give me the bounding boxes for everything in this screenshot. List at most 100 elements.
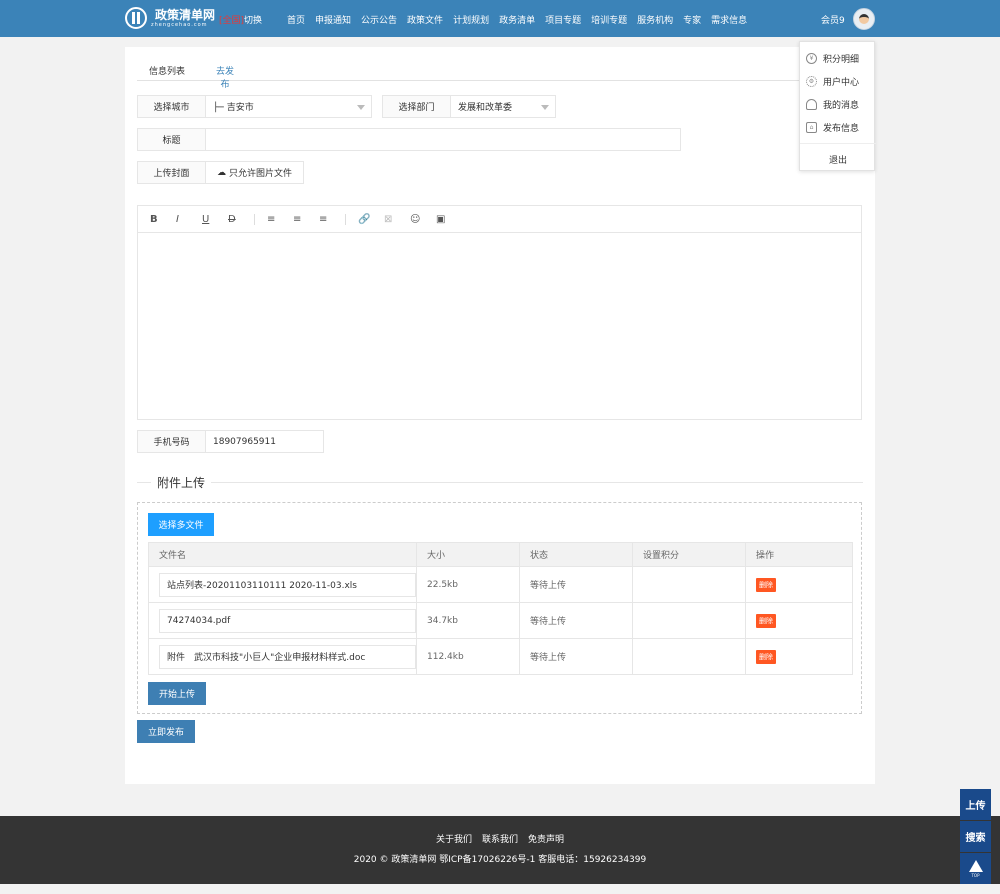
nav-item-demand[interactable]: 需求信息: [711, 13, 747, 26]
brand-name: 政策清单网: [155, 7, 216, 22]
unlink-icon[interactable]: ⊠: [384, 214, 410, 225]
region-tag: [全国]: [219, 16, 245, 26]
filename-input[interactable]: 74274034.pdf: [159, 608, 416, 633]
select-files-button[interactable]: 选择多文件: [148, 513, 214, 536]
delete-button[interactable]: 删除: [756, 613, 776, 628]
align-left-icon[interactable]: ≡: [267, 214, 293, 225]
filename-input[interactable]: 附件 武汉市科技"小巨人"企业申报材料样式.doc: [159, 644, 416, 669]
footer-link-about[interactable]: 关于我们: [436, 832, 472, 845]
table-row: 74274034.pdf 34.7kb 等待上传 删除: [148, 602, 853, 639]
delete-button[interactable]: 删除: [756, 649, 776, 664]
tab-info-list[interactable]: 信息列表: [149, 64, 185, 77]
user-avatar[interactable]: [853, 8, 875, 30]
dropdown-item-user-center[interactable]: ⚙ 用户中心: [806, 75, 859, 88]
tab-bar: 信息列表 去发布: [137, 61, 863, 97]
brand-subtitle: zhengcehao.com: [151, 21, 208, 28]
align-right-icon[interactable]: ≡: [319, 214, 345, 225]
toolbar-divider: [254, 213, 255, 225]
start-upload-button[interactable]: 开始上传: [148, 682, 206, 705]
nav-item-notice[interactable]: 申报通知: [315, 13, 351, 26]
file-status: 等待上传: [519, 602, 633, 639]
side-upload-button[interactable]: 上传: [960, 789, 991, 820]
publish-button[interactable]: 立即发布: [137, 720, 195, 743]
yen-icon: ¥: [806, 53, 817, 64]
footer-link-disclaimer[interactable]: 免责声明: [528, 832, 564, 845]
chevron-down-icon: [357, 105, 365, 110]
cover-label: 上传封面: [137, 161, 206, 184]
title-input[interactable]: [205, 128, 681, 151]
top-navbar: 政策清单网 zhengcehao.com [全国]切换 首页 申报通知 公示公告…: [0, 0, 1000, 37]
column-header-size: 大小: [416, 542, 520, 567]
editor-content-area[interactable]: [138, 233, 861, 419]
footer-copyright: 2020 © 政策清单网 鄂ICP备17026226号-1 客服电话：15926…: [353, 855, 647, 865]
member-name[interactable]: 会员9: [821, 13, 845, 26]
footer-link-contact[interactable]: 联系我们: [482, 832, 518, 845]
bold-icon[interactable]: B: [150, 214, 176, 225]
column-header-status: 状态: [519, 542, 633, 567]
file-points[interactable]: [632, 602, 746, 639]
strikethrough-icon[interactable]: D: [228, 214, 254, 225]
filename-input[interactable]: 站点列表-20201103110111 2020-11-03.xls: [159, 572, 416, 597]
cloud-upload-icon: ☁: [216, 167, 226, 178]
rich-text-editor: B I U D ≡ ≡ ≡ 🔗 ⊠ ☺ ▣: [137, 205, 862, 420]
toolbar-divider: [345, 213, 346, 225]
gear-icon: ⚙: [806, 76, 817, 87]
top-label: TOP: [971, 872, 980, 878]
logout-button[interactable]: 退出: [800, 153, 876, 166]
nav-item-announcement[interactable]: 公示公告: [361, 13, 397, 26]
tab-publish[interactable]: 去发布: [213, 64, 237, 97]
emoji-icon[interactable]: ☺: [410, 214, 436, 225]
cover-upload-label: 只允许图片文件: [228, 169, 292, 179]
bell-icon: [806, 99, 817, 110]
nav-item-project[interactable]: 项目专题: [545, 13, 581, 26]
link-icon[interactable]: 🔗: [358, 214, 384, 225]
nav-item-policy[interactable]: 政策文件: [407, 13, 443, 26]
dept-select[interactable]: 发展和改革委: [450, 95, 556, 118]
avatar-face-icon: [859, 14, 869, 24]
italic-icon[interactable]: I: [176, 214, 202, 225]
delete-button[interactable]: 删除: [756, 577, 776, 592]
site-footer: 关于我们 联系我们 免责声明 2020 © 政策清单网 鄂ICP备1702622…: [0, 816, 1000, 884]
city-select[interactable]: ├─ 吉安市: [205, 95, 372, 118]
home-icon: ⌂: [806, 122, 817, 133]
file-size: 22.5kb: [416, 566, 520, 603]
image-icon[interactable]: ▣: [436, 214, 462, 225]
file-size: 112.4kb: [416, 638, 520, 675]
city-select-value: ├─ 吉安市: [213, 103, 254, 113]
chevron-down-icon: [541, 105, 549, 110]
dropdown-item-points[interactable]: ¥ 积分明细: [806, 52, 859, 65]
file-size: 34.7kb: [416, 602, 520, 639]
cover-upload-button[interactable]: ☁ 只允许图片文件: [205, 161, 304, 184]
dropdown-item-publish[interactable]: ⌂ 发布信息: [806, 121, 859, 134]
nav-item-plan[interactable]: 计划规划: [453, 13, 489, 26]
city-label: 选择城市: [137, 95, 206, 118]
title-label: 标题: [137, 128, 206, 151]
align-center-icon[interactable]: ≡: [293, 214, 319, 225]
side-search-button[interactable]: 搜索: [960, 821, 991, 852]
nav-item-gov-list[interactable]: 政务清单: [499, 13, 535, 26]
underline-icon[interactable]: U: [202, 214, 228, 225]
column-header-filename: 文件名: [148, 542, 417, 567]
back-to-top-button[interactable]: TOP: [960, 853, 991, 884]
nav-item-service[interactable]: 服务机构: [637, 13, 673, 26]
column-header-points: 设置积分: [632, 542, 746, 567]
section-divider: [137, 482, 863, 483]
attachments-title: 附件上传: [151, 474, 212, 491]
file-points[interactable]: [632, 566, 746, 603]
nav-item-home[interactable]: 首页: [287, 13, 305, 26]
nav-item-training[interactable]: 培训专题: [591, 13, 627, 26]
site-logo[interactable]: 政策清单网 zhengcehao.com: [125, 7, 215, 29]
attachments-table: 文件名 大小 状态 设置积分 操作 站点列表-20201103110111 20…: [148, 542, 853, 675]
region-switch-label: 切换: [244, 16, 263, 26]
dropdown-item-messages[interactable]: 我的消息: [806, 98, 859, 111]
dept-select-value: 发展和改革委: [458, 103, 513, 113]
region-switch[interactable]: [全国]切换: [219, 13, 262, 26]
main-nav: 首页 申报通知 公示公告 政策文件 计划规划 政务清单 项目专题 培训专题 服务…: [287, 13, 747, 26]
phone-input[interactable]: 18907965911: [205, 430, 324, 453]
editor-toolbar: B I U D ≡ ≡ ≡ 🔗 ⊠ ☺ ▣: [138, 206, 861, 233]
file-points[interactable]: [632, 638, 746, 675]
publish-panel: 信息列表 去发布 选择城市 ├─ 吉安市 选择部门 发展和改革委 标题 上传封面…: [125, 47, 875, 784]
dropdown-item-label: 积分明细: [823, 55, 860, 65]
nav-item-expert[interactable]: 专家: [683, 13, 701, 26]
user-dropdown-menu: ¥ 积分明细 ⚙ 用户中心 我的消息 ⌂ 发布信息 退出: [799, 41, 876, 171]
